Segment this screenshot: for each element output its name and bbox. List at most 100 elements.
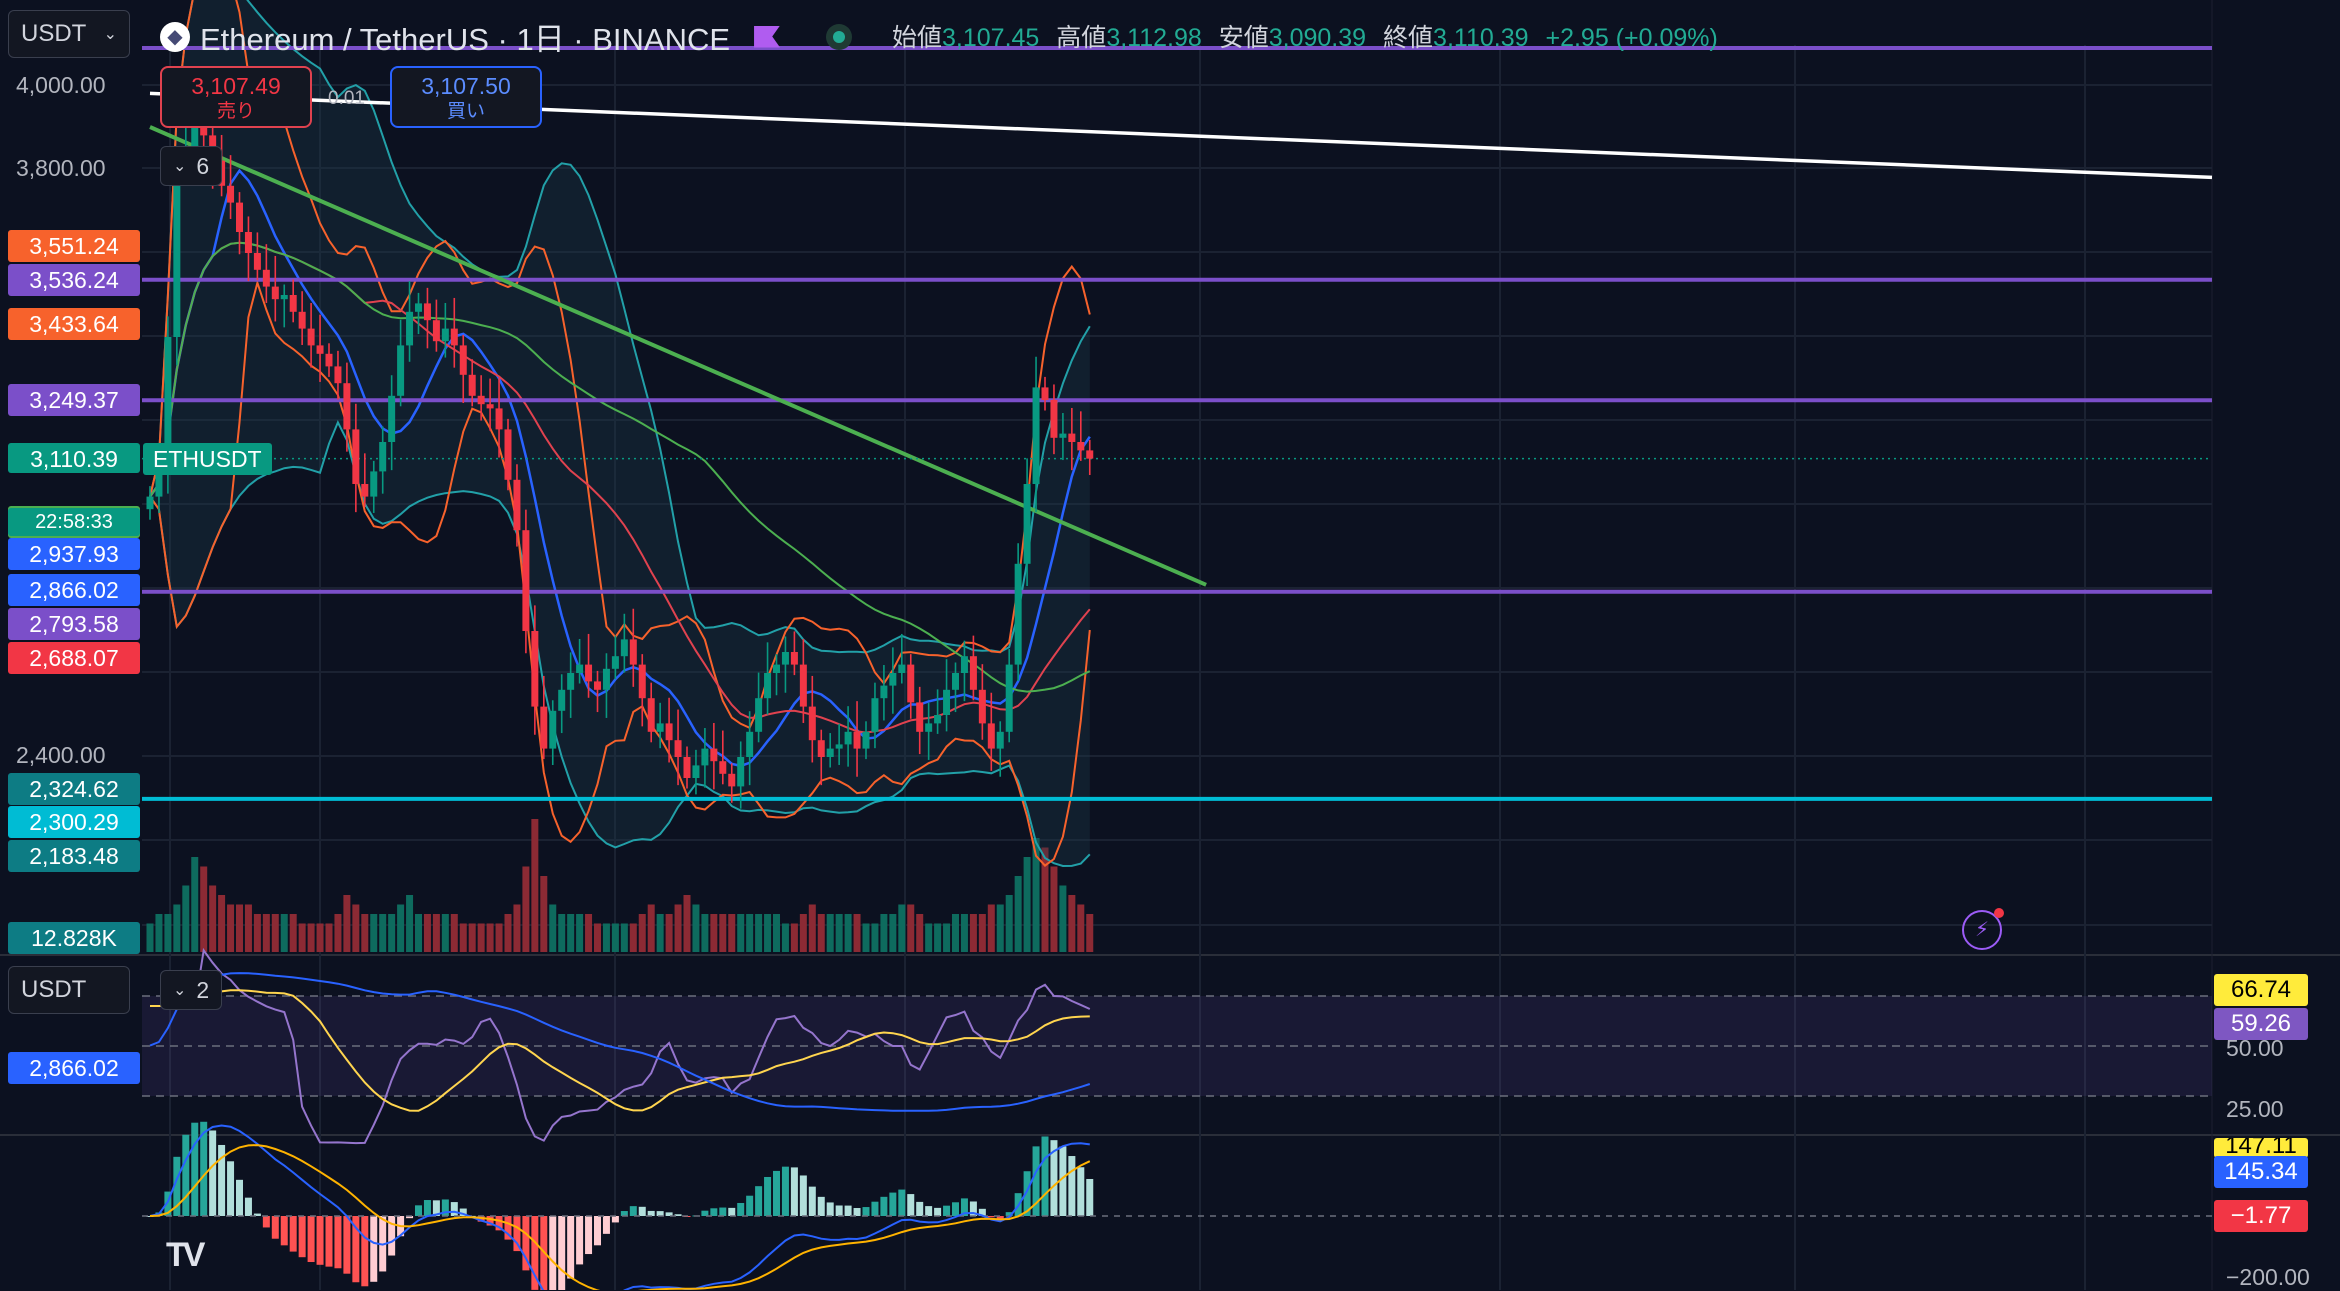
low-label: 安値	[1218, 24, 1269, 52]
candle-body	[719, 761, 727, 774]
volume-bar	[656, 914, 664, 952]
candle-body	[701, 748, 709, 766]
macd-histogram-bar	[808, 1186, 816, 1216]
candle-body	[406, 311, 414, 346]
candle-body	[585, 664, 593, 682]
open-value: 3,107.45	[942, 24, 1040, 52]
indicator-count: 6	[196, 152, 210, 179]
macd-histogram-bar	[423, 1200, 431, 1216]
macd-histogram-bar	[1077, 1167, 1085, 1216]
symbol-tag: ETHUSDT	[143, 443, 272, 475]
volume-bar	[459, 923, 467, 952]
candle-body	[755, 698, 763, 732]
volume-bar	[200, 866, 208, 952]
volume-bar	[513, 904, 521, 952]
macd-hist-tag: −1.77	[2214, 1200, 2308, 1232]
volume-bar	[638, 914, 646, 952]
volume-bar	[415, 914, 422, 952]
macd-histogram-bar	[549, 1216, 557, 1290]
price-chart[interactable]	[0, 0, 2340, 1290]
sell-button[interactable]: 3,107.49 売り	[160, 66, 312, 128]
candle-body	[200, 127, 208, 136]
candle-body	[889, 673, 897, 686]
volume-bar	[620, 923, 628, 952]
ohlc-legend: 始値3,107.45 高値3,112.98 安値3,090.39 終値3,110…	[892, 18, 1728, 54]
volume-bar	[379, 914, 387, 952]
indicators-toggle-main[interactable]: ⌄ 6	[160, 146, 223, 186]
buy-price: 3,107.50	[421, 73, 511, 99]
volume-bar	[567, 914, 575, 952]
rsi-ma-tag: 66.74	[2214, 974, 2308, 1006]
chevron-down-icon: ⌄	[173, 158, 187, 175]
candle-body	[1059, 433, 1067, 438]
candle-body	[236, 202, 243, 232]
volume-bar	[1005, 895, 1013, 952]
macd-histogram-bar	[307, 1216, 315, 1263]
volume-bar	[173, 904, 181, 952]
volume-bar	[594, 923, 601, 952]
volume-bar	[182, 885, 190, 952]
volume-bar	[1086, 914, 1094, 952]
volume-bar	[746, 914, 754, 952]
volume-bar	[468, 923, 476, 952]
volume-bar	[271, 914, 279, 952]
candle-body	[477, 395, 485, 405]
currency-select-panel2[interactable]: USDT	[8, 966, 130, 1014]
candle-body	[504, 429, 512, 480]
volume-bar	[262, 914, 270, 952]
macd-histogram-bar	[987, 1216, 995, 1218]
chevron-down-icon: ⌄	[103, 26, 117, 43]
volume-bar	[629, 923, 637, 952]
lightning-icon[interactable]: ⚡	[1962, 908, 2004, 950]
macd-histogram-bar	[790, 1167, 798, 1216]
candle-body	[826, 748, 834, 757]
volume-bar	[755, 914, 763, 952]
price-tag: 2,793.58	[8, 608, 140, 640]
candle-body	[361, 484, 369, 497]
volume-bar	[674, 904, 682, 952]
candle-body	[397, 345, 405, 396]
buy-button[interactable]: 3,107.50 買い	[390, 66, 542, 128]
volume-bar	[486, 923, 494, 952]
volume-bar	[280, 914, 288, 952]
market-status-icon	[826, 23, 853, 50]
price-tag: 2,937.93	[8, 538, 140, 570]
candle-body	[808, 706, 816, 741]
symbol-title[interactable]: ◆ Ethereum / TetherUS · 1日 · BINANCE	[160, 14, 853, 59]
symbol-title-text: Ethereum / TetherUS · 1日 · BINANCE	[200, 22, 731, 57]
volume-bar	[576, 914, 584, 952]
high-value: 3,112.98	[1106, 24, 1202, 52]
countdown-tag: 22:58:33	[8, 508, 140, 536]
macd-histogram-bar	[1068, 1156, 1076, 1216]
currency-select[interactable]: USDT ⌄	[8, 10, 130, 58]
candle-body	[227, 185, 235, 203]
volume-bar	[952, 914, 959, 952]
indicators-toggle-sub[interactable]: ⌄ 2	[160, 970, 223, 1010]
price-tag: 2,866.02	[8, 574, 140, 606]
volume-bar	[289, 914, 297, 952]
price-tag: 2,324.62	[8, 773, 140, 805]
buy-label: 買い	[446, 101, 485, 122]
macd-histogram-bar	[826, 1202, 834, 1216]
volume-bar	[665, 914, 673, 952]
macd-tick: −200.00	[2226, 1264, 2310, 1290]
candle-body	[853, 731, 861, 749]
volume-bar	[790, 923, 798, 952]
candle-body	[450, 328, 458, 346]
candle-body	[934, 715, 942, 724]
macd-histogram-bar	[898, 1189, 906, 1216]
volume-bar	[1014, 876, 1022, 952]
currency-label: USDT	[21, 976, 87, 1003]
price-tag: 2,183.48	[8, 840, 140, 872]
macd-histogram-bar	[907, 1194, 915, 1216]
macd-histogram-bar	[638, 1206, 646, 1216]
macd-histogram-bar	[361, 1216, 369, 1287]
chevron-down-icon: ⌄	[173, 982, 187, 999]
volume-bar	[164, 914, 172, 952]
macd-histogram-bar	[880, 1196, 888, 1216]
macd-histogram-bar	[764, 1176, 772, 1216]
macd-histogram-bar	[227, 1161, 235, 1216]
volume-tag: 12.828K	[8, 922, 140, 954]
volume-bar	[1077, 904, 1085, 952]
flag-icon[interactable]	[754, 25, 781, 48]
